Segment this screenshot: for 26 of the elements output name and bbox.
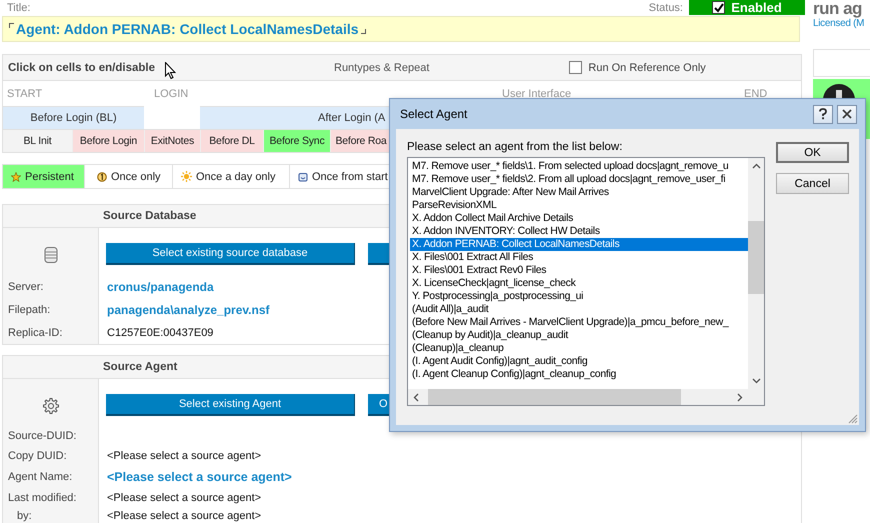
hint-text: Click on cells to en/disable	[8, 62, 155, 74]
field-value: <Please select a source agent>	[107, 450, 262, 462]
phase-label: LOGIN	[153, 88, 190, 100]
field-label: Agent Name:	[7, 470, 74, 485]
field-label: Filepath:	[7, 302, 52, 318]
title-label: Title:	[7, 2, 30, 14]
section-title: Runtypes & Repeat	[334, 62, 430, 74]
phase-label: END	[744, 88, 768, 100]
field-label: Server:	[7, 280, 44, 294]
dialog-title: Select Agent	[400, 107, 468, 121]
section-title: Source Database	[103, 210, 196, 222]
field-value: C1257E0E:00437E09	[107, 326, 214, 338]
dialog-prompt: Please select an agent from the list below:	[407, 141, 624, 155]
phase-label: START	[6, 88, 44, 100]
field-value: <Please select a source agent>	[107, 510, 262, 522]
page-heading: run ag	[813, 0, 863, 17]
field-label: Replica-ID:	[7, 326, 64, 340]
field-label: Source-DUID:	[7, 429, 78, 444]
field-label: Last modified:	[7, 491, 78, 506]
section-title: Source Agent	[103, 361, 178, 373]
status-label: Status:	[648, 2, 683, 14]
group-header: Before Login (BL)	[3, 106, 144, 129]
field-label: by:	[16, 509, 33, 523]
field-value: <Please select a source agent>	[107, 492, 262, 504]
field-label: Copy DUID:	[7, 449, 68, 464]
phase-label: User Interface	[501, 88, 572, 100]
